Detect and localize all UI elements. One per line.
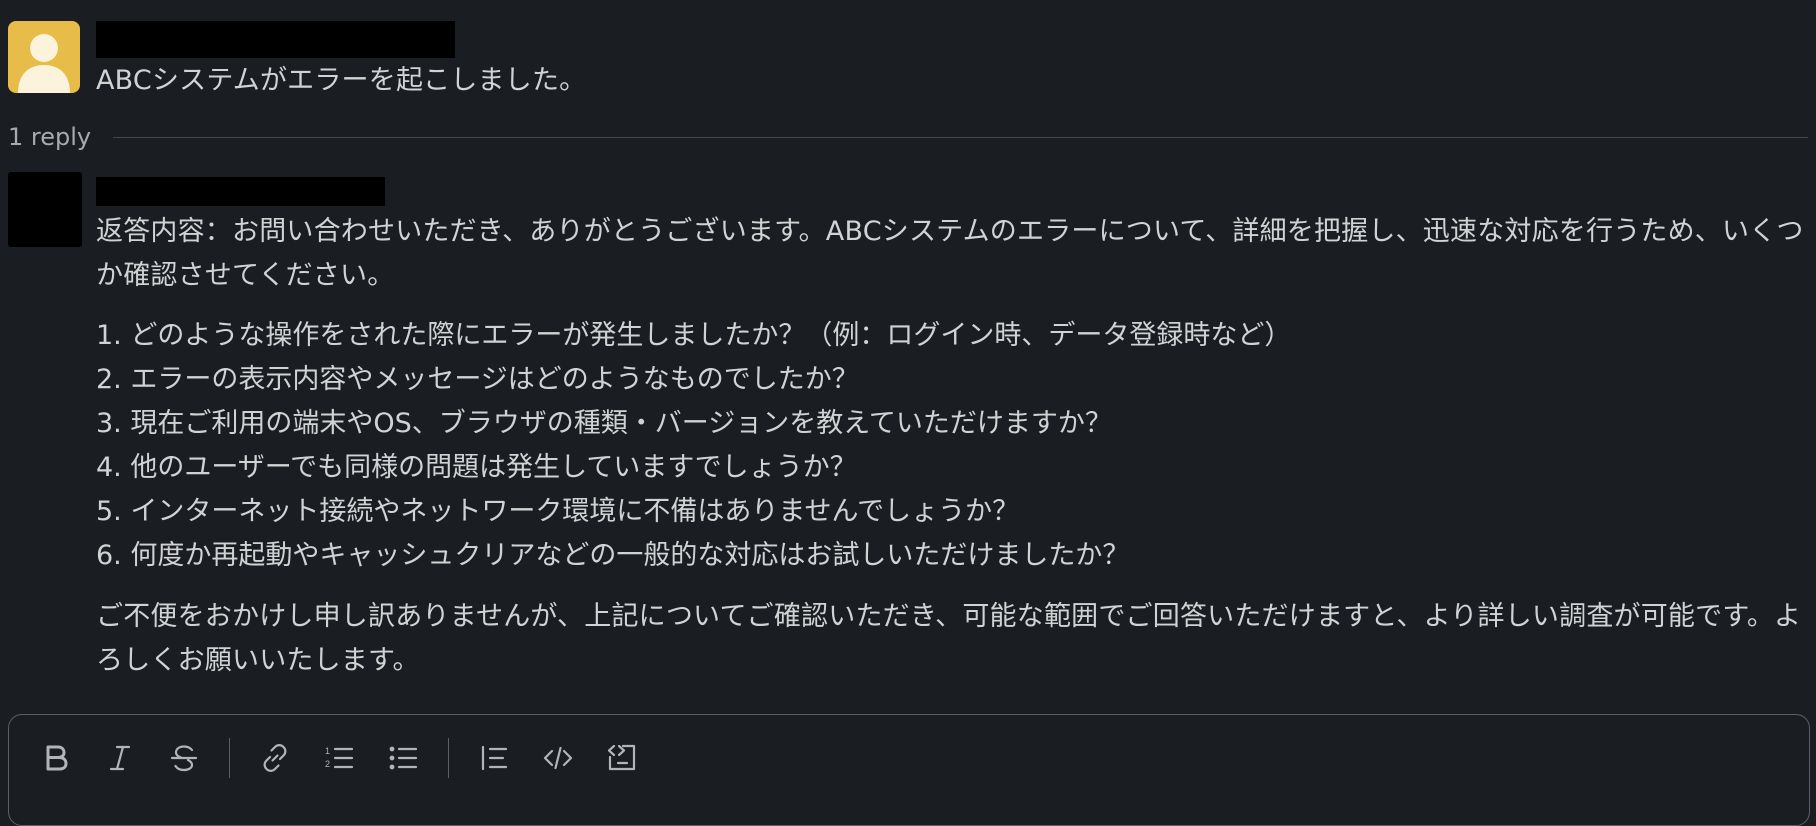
list-item: 6. 何度か再起動やキャッシュクリアなどの一般的な対応はお試しいただけましたか？ [96,540,1130,571]
italic-button[interactable] [97,735,143,781]
user-silhouette-icon [18,34,70,93]
link-icon [263,744,287,772]
code-icon [543,746,573,770]
strikethrough-button[interactable] [161,735,207,781]
reply-avatar[interactable] [8,172,82,247]
ordered-list-button[interactable]: 1 2 [316,735,362,781]
list-item: 4. 他のユーザーでも同様の問題は発生していますでしょうか？ [96,452,857,483]
reply-count: 1 reply [8,123,92,151]
bulleted-list-icon [389,746,418,770]
formatting-toolbar: 1 2 [33,735,645,781]
list-item: 5. インターネット接続やネットワーク環境に不備はありませんでしょうか？ [96,496,1020,527]
toolbar-separator [229,738,230,778]
parent-message-text: ABCシステムがエラーを起こしました。 [96,65,587,96]
code-block-button[interactable] [599,735,645,781]
message-composer[interactable]: 1 2 [8,714,1810,826]
svg-text:2: 2 [325,759,330,769]
italic-icon [109,745,131,771]
link-button[interactable] [252,735,298,781]
bulleted-list-button[interactable] [380,735,426,781]
list-item: 1. どのような操作をされた際にエラーが発生しましたか？（例：ログイン時、データ… [96,320,1292,351]
reply-divider: 1 reply [8,118,1808,156]
list-item: 2. エラーの表示内容やメッセージはどのようなものでしたか？ [96,364,859,395]
reply-closing-text: ご不便をおかけし申し訳ありませんが、上記についてご確認いただき、可能な範囲でご回… [96,601,1802,676]
question-list: 1. どのような操作をされた際にエラーが発生しましたか？（例：ログイン時、データ… [96,314,1291,578]
code-button[interactable] [535,735,581,781]
toolbar-separator [448,738,449,778]
redacted-sender-name [96,21,455,58]
ordered-list-icon: 1 2 [325,746,354,769]
bold-icon [46,745,68,771]
redacted-reply-sender-name [96,177,385,206]
list-item: 3. 現在ご利用の端末やOS、ブラウザの種類・バージョンを教えていただけますか？ [96,408,1112,439]
user-avatar[interactable] [8,21,80,93]
blockquote-icon [481,745,508,771]
divider-line [113,136,1808,138]
blockquote-button[interactable] [471,735,517,781]
reply-intro-text: 返答内容：お問い合わせいただき、ありがとうございます。ABCシステムのエラーにつ… [96,216,1804,291]
svg-text:1: 1 [325,746,330,756]
code-block-icon [607,744,636,771]
bold-button[interactable] [33,735,79,781]
strikethrough-icon [170,745,198,772]
